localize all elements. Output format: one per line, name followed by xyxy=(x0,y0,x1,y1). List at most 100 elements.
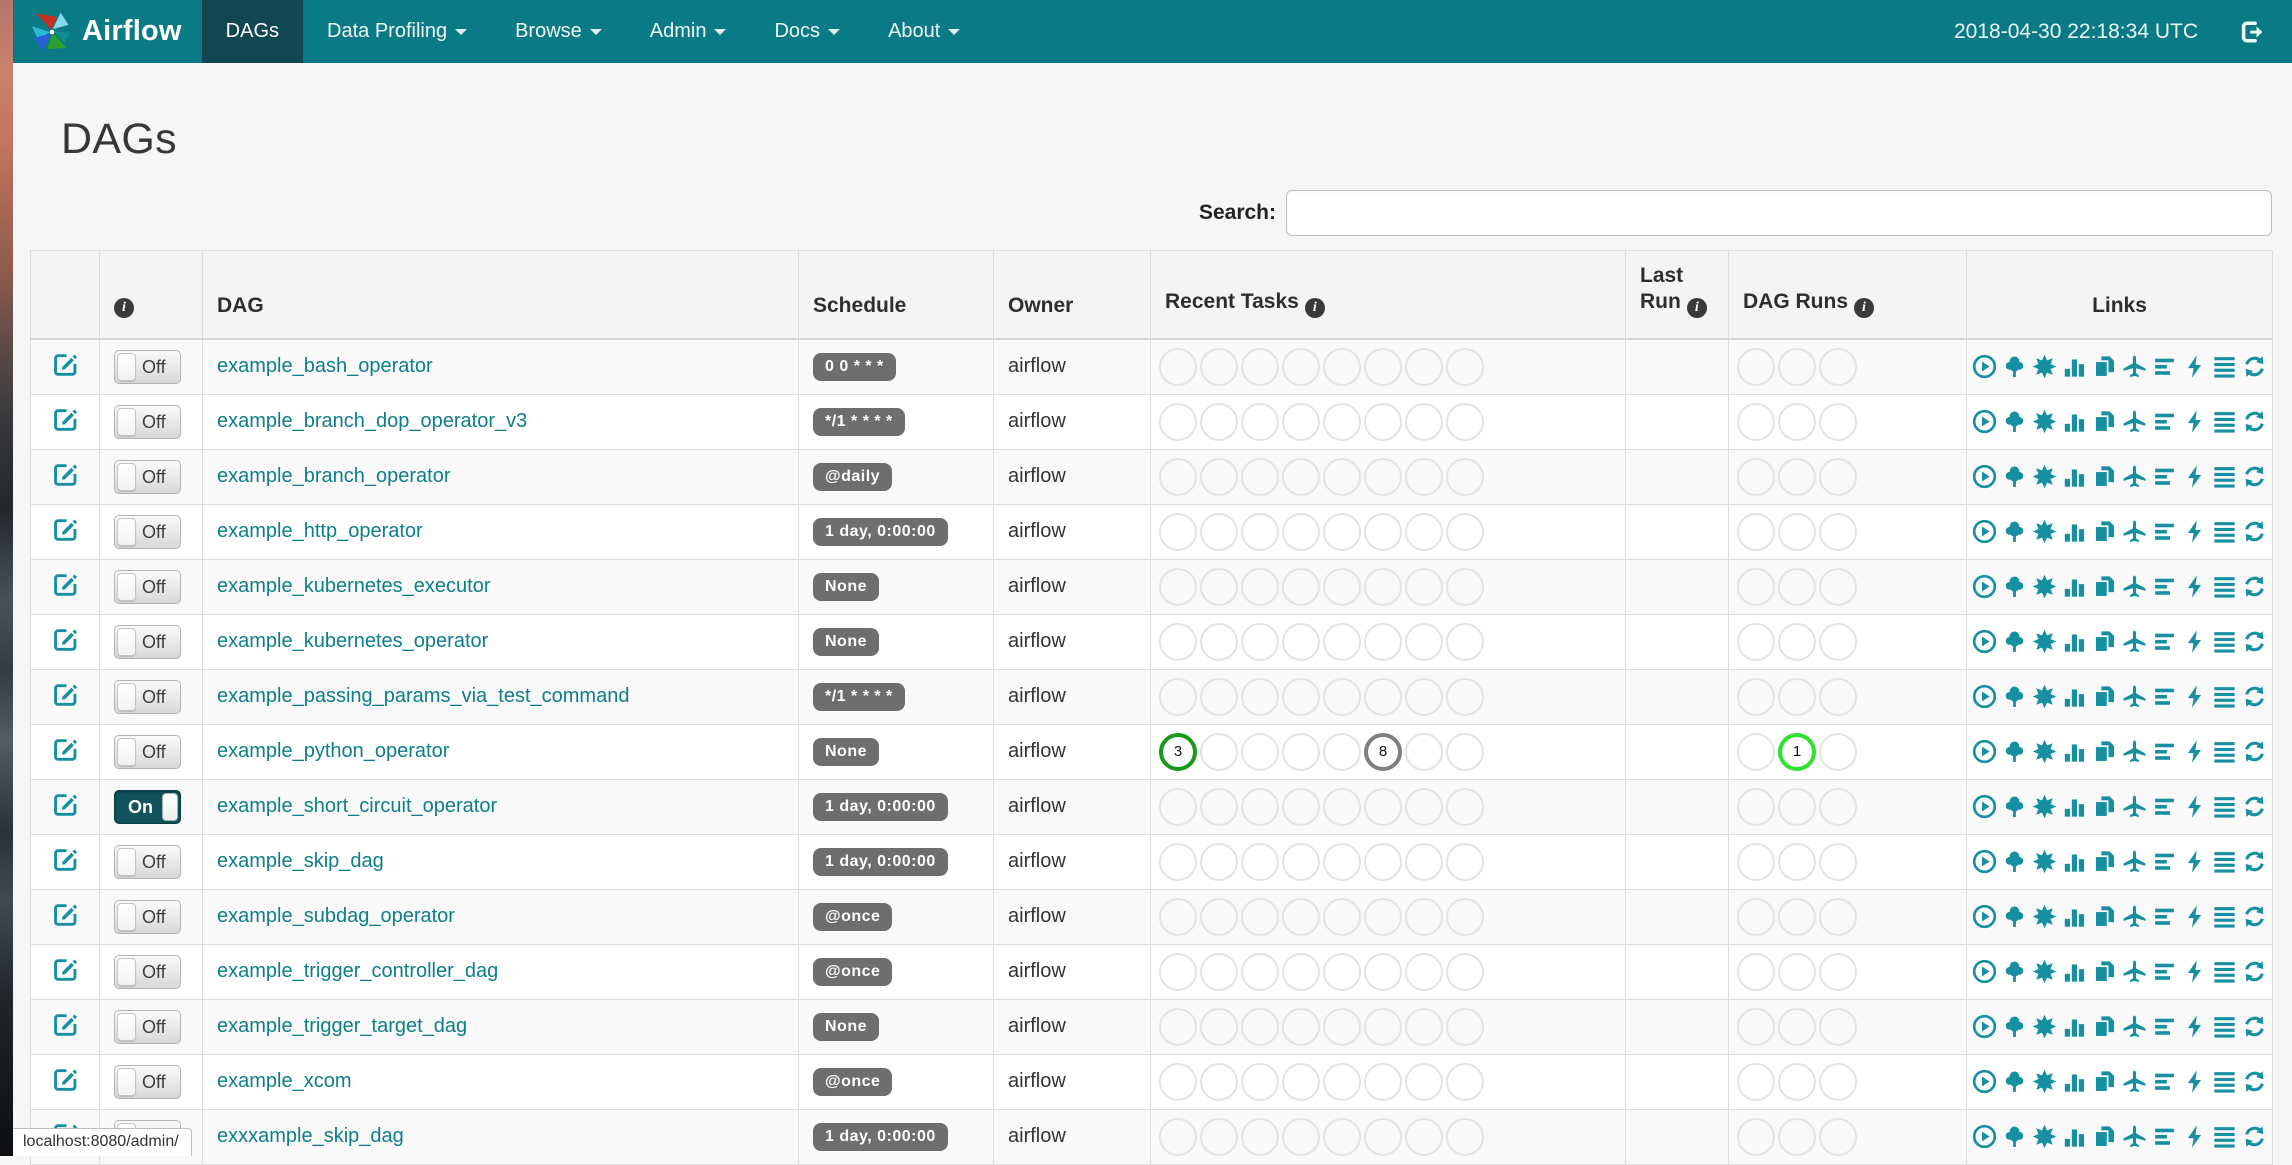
task-tries-icon[interactable] xyxy=(2092,959,2117,984)
dag-pause-toggle[interactable]: Off xyxy=(114,1009,181,1044)
refresh-icon[interactable] xyxy=(2242,684,2267,709)
task-state-circle[interactable] xyxy=(1282,457,1320,496)
task-state-circle[interactable] xyxy=(1200,677,1238,716)
task-state-circle[interactable] xyxy=(1200,787,1238,826)
dag-run-state-circle[interactable] xyxy=(1737,732,1775,771)
dag-pause-toggle[interactable]: Off xyxy=(114,459,181,494)
landing-times-icon[interactable] xyxy=(2122,1014,2147,1039)
dag-run-state-circle[interactable] xyxy=(1778,677,1816,716)
dag-pause-toggle[interactable]: Off xyxy=(114,514,181,549)
task-state-circle[interactable] xyxy=(1364,897,1402,936)
task-state-circle[interactable] xyxy=(1364,567,1402,606)
refresh-icon[interactable] xyxy=(2242,904,2267,929)
task-state-circle[interactable] xyxy=(1323,567,1361,606)
landing-times-icon[interactable] xyxy=(2122,849,2147,874)
edit-dag-icon[interactable] xyxy=(52,405,79,432)
dag-pause-toggle[interactable]: Off xyxy=(114,954,181,989)
dag-name-link[interactable]: example_passing_params_via_test_command xyxy=(217,685,629,707)
task-state-circle[interactable] xyxy=(1446,402,1484,441)
logs-icon[interactable] xyxy=(2212,574,2237,599)
refresh-icon[interactable] xyxy=(2242,354,2267,379)
refresh-icon[interactable] xyxy=(2242,1014,2267,1039)
task-state-circle[interactable] xyxy=(1446,677,1484,716)
task-duration-icon[interactable] xyxy=(2062,794,2087,819)
dag-run-state-circle[interactable] xyxy=(1819,347,1857,386)
gantt-view-icon[interactable] xyxy=(2152,519,2177,544)
task-state-circle[interactable] xyxy=(1364,952,1402,991)
code-view-icon[interactable] xyxy=(2182,684,2207,709)
task-state-circle[interactable] xyxy=(1446,842,1484,881)
dag-run-state-circle[interactable] xyxy=(1819,457,1857,496)
task-state-circle[interactable] xyxy=(1282,842,1320,881)
task-state-circle[interactable] xyxy=(1405,1007,1443,1046)
task-state-circle[interactable] xyxy=(1282,622,1320,661)
task-state-circle[interactable] xyxy=(1323,677,1361,716)
task-state-circle[interactable] xyxy=(1200,622,1238,661)
task-state-circle[interactable] xyxy=(1241,402,1279,441)
dag-name-link[interactable]: example_subdag_operator xyxy=(217,905,455,927)
tree-view-icon[interactable] xyxy=(2002,1124,2027,1149)
gantt-view-icon[interactable] xyxy=(2152,1124,2177,1149)
task-state-circle[interactable] xyxy=(1364,512,1402,551)
dag-run-state-circle[interactable] xyxy=(1778,787,1816,826)
logs-icon[interactable] xyxy=(2212,959,2237,984)
code-view-icon[interactable] xyxy=(2182,464,2207,489)
landing-times-icon[interactable] xyxy=(2122,684,2147,709)
task-state-circle[interactable] xyxy=(1200,402,1238,441)
tree-view-icon[interactable] xyxy=(2002,519,2027,544)
nav-item-browse[interactable]: Browse xyxy=(491,0,626,63)
task-state-circle[interactable] xyxy=(1323,1117,1361,1156)
dag-run-state-circle[interactable] xyxy=(1819,402,1857,441)
task-tries-icon[interactable] xyxy=(2092,684,2117,709)
task-state-circle[interactable] xyxy=(1159,457,1197,496)
task-state-circle[interactable] xyxy=(1446,1117,1484,1156)
edit-dag-icon[interactable] xyxy=(52,845,79,872)
task-state-circle[interactable] xyxy=(1241,1062,1279,1101)
task-state-circle[interactable] xyxy=(1282,1062,1320,1101)
dag-run-state-circle[interactable] xyxy=(1737,677,1775,716)
tree-view-icon[interactable] xyxy=(2002,959,2027,984)
task-state-circle[interactable] xyxy=(1323,347,1361,386)
dag-pause-toggle[interactable]: Off xyxy=(114,569,181,604)
nav-item-admin[interactable]: Admin xyxy=(626,0,751,63)
dag-name-link[interactable]: example_xcom xyxy=(217,1070,352,1092)
graph-view-icon[interactable] xyxy=(2032,849,2057,874)
task-state-circle[interactable] xyxy=(1159,512,1197,551)
task-state-circle[interactable] xyxy=(1405,622,1443,661)
gantt-view-icon[interactable] xyxy=(2152,574,2177,599)
task-state-circle[interactable] xyxy=(1446,347,1484,386)
task-state-circle[interactable] xyxy=(1241,897,1279,936)
gantt-view-icon[interactable] xyxy=(2152,409,2177,434)
dag-pause-toggle[interactable]: Off xyxy=(114,899,181,934)
task-state-circle[interactable] xyxy=(1405,952,1443,991)
dag-name-link[interactable]: example_kubernetes_executor xyxy=(217,575,491,597)
logout-icon[interactable] xyxy=(2238,18,2266,46)
task-state-circle[interactable] xyxy=(1364,347,1402,386)
dag-name-link[interactable]: example_branch_operator xyxy=(217,465,451,487)
code-view-icon[interactable] xyxy=(2182,409,2207,434)
code-view-icon[interactable] xyxy=(2182,629,2207,654)
gantt-view-icon[interactable] xyxy=(2152,1014,2177,1039)
dag-name-link[interactable]: example_python_operator xyxy=(217,740,449,762)
trigger-dag-icon[interactable] xyxy=(1972,1069,1997,1094)
trigger-dag-icon[interactable] xyxy=(1972,684,1997,709)
task-state-circle[interactable] xyxy=(1241,952,1279,991)
refresh-icon[interactable] xyxy=(2242,794,2267,819)
task-state-circle[interactable] xyxy=(1282,897,1320,936)
refresh-icon[interactable] xyxy=(2242,1124,2267,1149)
trigger-dag-icon[interactable] xyxy=(1972,1014,1997,1039)
tree-view-icon[interactable] xyxy=(2002,1014,2027,1039)
dag-run-state-circle[interactable] xyxy=(1819,787,1857,826)
dag-pause-toggle[interactable]: Off xyxy=(114,679,181,714)
trigger-dag-icon[interactable] xyxy=(1972,739,1997,764)
tree-view-icon[interactable] xyxy=(2002,739,2027,764)
task-state-circle[interactable] xyxy=(1405,402,1443,441)
dag-run-state-circle[interactable] xyxy=(1778,567,1816,606)
task-duration-icon[interactable] xyxy=(2062,904,2087,929)
logs-icon[interactable] xyxy=(2212,849,2237,874)
dag-run-state-circle[interactable] xyxy=(1737,567,1775,606)
task-tries-icon[interactable] xyxy=(2092,574,2117,599)
tree-view-icon[interactable] xyxy=(2002,849,2027,874)
gantt-view-icon[interactable] xyxy=(2152,464,2177,489)
task-state-circle[interactable] xyxy=(1323,1007,1361,1046)
